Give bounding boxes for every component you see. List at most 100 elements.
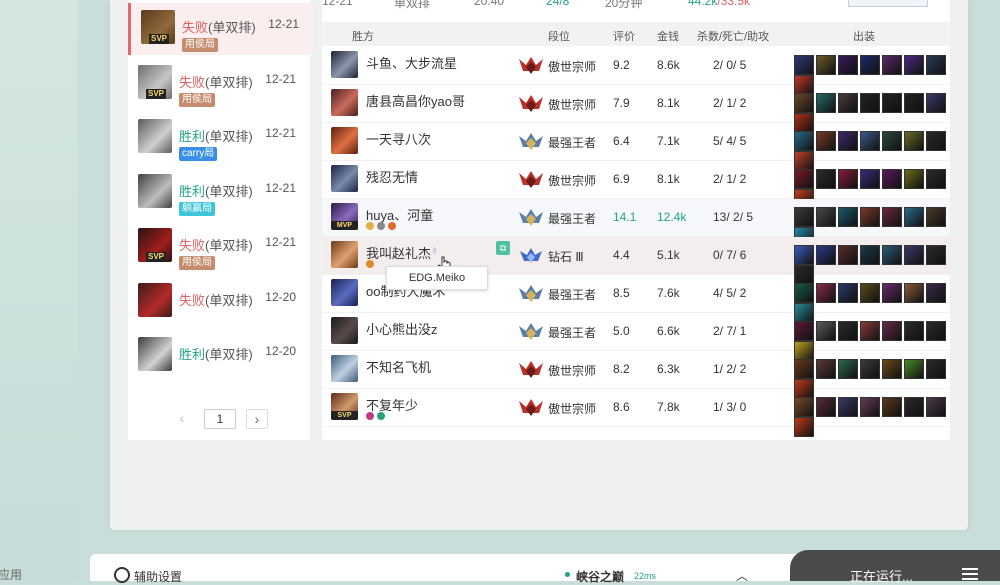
item-icon[interactable] [794,131,814,151]
item-icon[interactable] [882,55,902,75]
item-icon[interactable] [904,55,924,75]
champion-avatar[interactable] [331,317,358,344]
player-name[interactable]: 残忍无情 [366,167,418,186]
item-icon[interactable] [816,321,836,341]
player-row[interactable]: MVP huya、河童 最强王者 14.1 12.4k 13/ 2/ 5 [322,199,950,247]
menu-icon[interactable] [962,568,978,580]
prev-page-button[interactable]: ‹ [172,409,192,427]
item-icon[interactable] [838,169,858,189]
player-name[interactable]: 斗鱼、大步流星 [366,53,457,72]
chevron-up-icon[interactable]: ︿ [736,567,748,584]
item-icon[interactable] [926,359,946,379]
item-icon[interactable] [794,207,814,227]
item-icon[interactable] [904,207,924,227]
item-icon[interactable] [838,207,858,227]
champion-avatar[interactable]: SVP [331,393,358,420]
item-icon[interactable] [860,131,880,151]
item-icon[interactable] [794,359,814,379]
item-icon[interactable] [794,245,814,265]
item-icon[interactable] [904,245,924,265]
item-icon[interactable] [926,131,946,151]
item-icon[interactable] [816,207,836,227]
item-icon[interactable] [816,93,836,113]
copy-name-icon[interactable]: ⧉ [496,241,510,255]
item-icon[interactable] [882,397,902,417]
player-row[interactable]: 斗鱼、大步流星 傲世宗师 9.2 8.6k 2/ 0/ 5 [322,47,950,95]
player-row[interactable]: SVP 不复年少 傲世宗师 8.6 7.8k 1/ 3/ 0 [322,389,950,437]
item-icon[interactable] [838,131,858,151]
item-icon[interactable] [926,245,946,265]
item-icon[interactable] [794,417,814,437]
player-row[interactable]: 唐县高昌你yao哥 傲世宗师 7.9 8.1k 2/ 1/ 2 [322,85,950,133]
item-icon[interactable] [860,93,880,113]
item-icon[interactable] [860,359,880,379]
item-icon[interactable] [838,283,858,303]
item-icon[interactable] [926,207,946,227]
item-icon[interactable] [904,397,924,417]
item-icon[interactable] [882,207,902,227]
item-icon[interactable] [838,93,858,113]
match-list-item[interactable]: 胜利(单双排) 12-21 carry局 [128,112,310,164]
player-row[interactable]: 残忍无情 傲世宗师 6.9 8.1k 2/ 1/ 2 [322,161,950,209]
player-row[interactable]: 不知名飞机 傲世宗师 8.2 6.3k 1/ 2/ 2 [322,351,950,399]
item-icon[interactable] [882,131,902,151]
match-list-item[interactable]: SVP 失败(单双排) 12-21 用侯局 [128,3,313,55]
server-name[interactable]: 峡谷之巅 [576,568,624,585]
item-icon[interactable] [882,321,902,341]
item-icon[interactable] [816,359,836,379]
champion-avatar[interactable] [331,165,358,192]
champion-avatar[interactable] [331,279,358,306]
match-list-item[interactable]: 失败(单双排) 12-20 [128,276,310,328]
item-icon[interactable] [838,397,858,417]
item-icon[interactable] [882,283,902,303]
player-row[interactable]: 小心熊出没z 最强王者 5.0 6.6k 2/ 7/ 1 [322,313,950,361]
player-name[interactable]: 不知名飞机 [366,357,431,376]
item-icon[interactable] [882,169,902,189]
item-icon[interactable] [904,169,924,189]
item-icon[interactable] [926,321,946,341]
item-icon[interactable] [794,169,814,189]
champion-avatar[interactable] [331,127,358,154]
item-icon[interactable] [926,283,946,303]
page-number-current[interactable]: 1 [204,409,236,429]
item-icon[interactable] [926,93,946,113]
item-icon[interactable] [882,93,902,113]
item-icon[interactable] [904,321,924,341]
assist-settings-button[interactable]: 辅助设置 [134,568,182,585]
player-name[interactable]: 小心熊出没z [366,319,438,338]
item-icon[interactable] [882,245,902,265]
item-icon[interactable] [904,93,924,113]
match-list-item[interactable]: 胜利(单双排) 12-21 躺赢局 [128,167,310,219]
summary-action-box[interactable] [848,0,928,7]
match-list-item[interactable]: SVP 失败(单双排) 12-21 用侯局 [128,221,310,273]
match-list-item[interactable]: SVP 失败(单双排) 12-21 用侯局 [128,58,310,110]
item-icon[interactable] [794,55,814,75]
item-icon[interactable] [904,131,924,151]
item-icon[interactable] [904,283,924,303]
item-icon[interactable] [794,93,814,113]
item-icon[interactable] [882,359,902,379]
item-icon[interactable] [860,397,880,417]
item-icon[interactable] [860,321,880,341]
item-icon[interactable] [838,359,858,379]
player-name[interactable]: 唐县高昌你yao哥 [366,91,465,110]
item-icon[interactable] [860,283,880,303]
item-icon[interactable] [816,131,836,151]
item-icon[interactable] [926,55,946,75]
item-icon[interactable] [816,55,836,75]
item-icon[interactable] [816,169,836,189]
user-profile-icon[interactable]: ♁ [430,243,439,257]
item-icon[interactable] [794,321,814,341]
player-row[interactable]: 一天寻八次 最强王者 6.4 7.1k 5/ 4/ 5 [322,123,950,171]
item-icon[interactable] [860,245,880,265]
champion-avatar[interactable] [331,241,358,268]
player-name[interactable]: 一天寻八次 [366,129,431,148]
item-icon[interactable] [860,207,880,227]
item-icon[interactable] [816,245,836,265]
item-icon[interactable] [816,283,836,303]
item-icon[interactable] [860,169,880,189]
item-icon[interactable] [838,321,858,341]
champion-avatar[interactable] [331,355,358,382]
item-icon[interactable] [838,245,858,265]
next-page-button[interactable]: › [246,409,268,429]
